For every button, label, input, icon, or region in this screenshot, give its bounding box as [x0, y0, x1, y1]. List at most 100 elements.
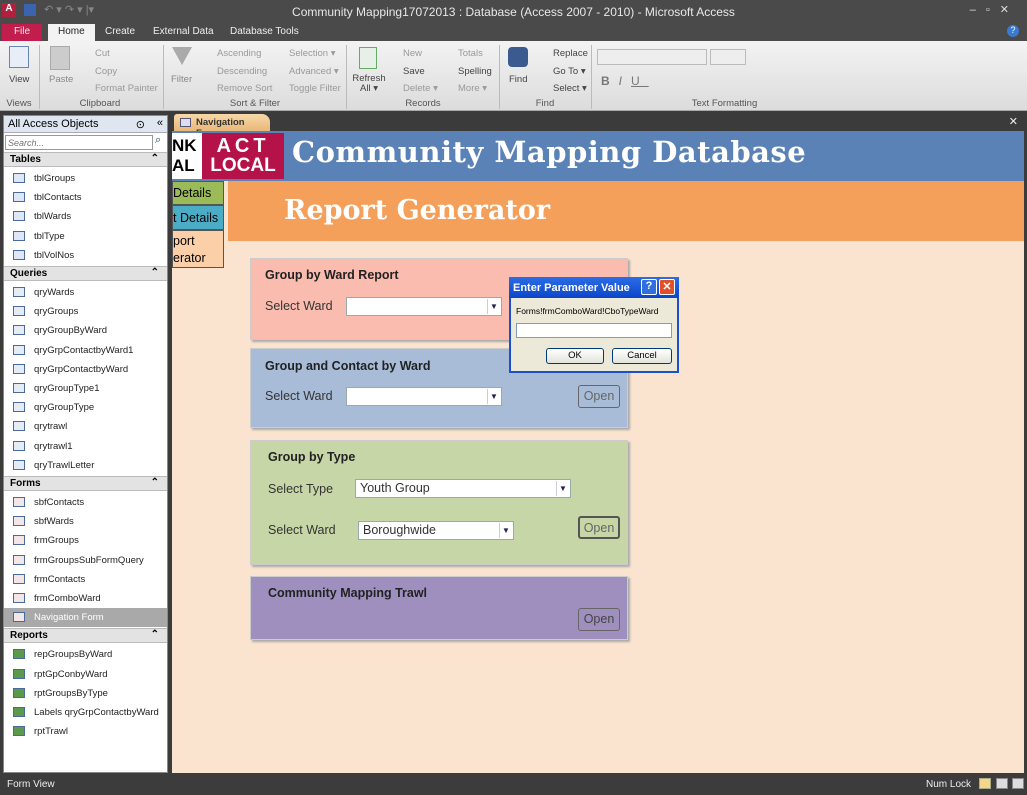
find-button[interactable]: Find: [509, 74, 527, 85]
nav-item[interactable]: qryGrpContactbyWard1: [4, 341, 167, 360]
nav-item[interactable]: rptGroupsByType: [4, 684, 167, 703]
nav-item[interactable]: tblContacts: [4, 188, 167, 207]
nav-item[interactable]: rptTrawl: [4, 722, 167, 741]
nav-item[interactable]: qryGrpContactbyWard: [4, 360, 167, 379]
ward-combo[interactable]: Boroughwide ▼: [358, 521, 514, 540]
close-document-icon[interactable]: ✕: [1009, 115, 1018, 128]
font-size-select[interactable]: [710, 49, 746, 65]
nav-item[interactable]: frmGroups: [4, 531, 167, 550]
panel-group-by-type: Group by Type Select Type Youth Group ▼ S…: [250, 440, 628, 565]
nav-item[interactable]: frmGroupsSubFormQuery: [4, 551, 167, 570]
tab-navigation-form[interactable]: Navigation Form: [174, 114, 270, 139]
nav-item[interactable]: frmComboWard: [4, 589, 167, 608]
nav-item[interactable]: tblVolNos: [4, 246, 167, 265]
nav-item[interactable]: sbfWards: [4, 512, 167, 531]
ok-button[interactable]: OK: [546, 348, 604, 364]
chevron-down-icon: ▼: [499, 523, 512, 538]
nav-item[interactable]: qrytrawl: [4, 417, 167, 436]
paste-button[interactable]: Paste: [49, 74, 73, 85]
nav-item[interactable]: qryGroups: [4, 302, 167, 321]
ward-combo[interactable]: ▼: [346, 387, 502, 406]
help-icon[interactable]: ?: [641, 279, 657, 295]
form-view-icon[interactable]: [979, 778, 991, 789]
remove-sort-button[interactable]: Remove Sort: [217, 83, 272, 94]
section-title: Reports: [10, 630, 48, 642]
collapse-chevron-icon[interactable]: ⌃: [151, 153, 159, 164]
replace-button[interactable]: Replace: [553, 48, 588, 59]
ward-combo[interactable]: ▼: [346, 297, 502, 316]
nav-item[interactable]: qryTrawlLetter: [4, 456, 167, 475]
goto-button[interactable]: Go To ▾: [553, 66, 586, 77]
design-view-icon[interactable]: [1012, 778, 1024, 789]
nav-item[interactable]: repGroupsByWard: [4, 645, 167, 664]
cancel-button[interactable]: Cancel: [612, 348, 672, 364]
open-button[interactable]: Open: [578, 516, 620, 539]
copy-button[interactable]: Copy: [95, 66, 117, 77]
open-button[interactable]: Open: [578, 385, 620, 408]
object-icon: [13, 612, 25, 623]
collapse-icon[interactable]: «: [157, 117, 163, 129]
nav-search-input[interactable]: [5, 135, 153, 150]
nav-item-label: qrytrawl1: [34, 440, 73, 452]
nav-item[interactable]: tblType: [4, 227, 167, 246]
nav-item[interactable]: tblWards: [4, 207, 167, 226]
nav-item[interactable]: Labels qryGrpContactbyWard: [4, 703, 167, 722]
type-combo[interactable]: Youth Group ▼: [355, 479, 571, 498]
page-title: Community Mapping Database: [292, 135, 807, 169]
nav-item[interactable]: frmContacts: [4, 570, 167, 589]
nav-item[interactable]: qryGroupType1: [4, 379, 167, 398]
advanced-button[interactable]: Advanced ▾: [289, 66, 339, 77]
nav-item[interactable]: rptGpConbyWard: [4, 665, 167, 684]
tab-external-data[interactable]: External Data: [143, 24, 224, 41]
nav-section-forms[interactable]: Forms ⌃: [4, 476, 167, 491]
tab-file[interactable]: File: [2, 24, 42, 41]
nav-item[interactable]: qryGroupType: [4, 398, 167, 417]
nav-tab-report-generator[interactable]: port erator: [172, 230, 224, 268]
nav-item[interactable]: sbfContacts: [4, 493, 167, 512]
nav-section-queries[interactable]: Queries ⌃: [4, 266, 167, 281]
tab-create[interactable]: Create: [95, 24, 145, 41]
more-button[interactable]: More ▾: [458, 83, 487, 94]
logo-left: NK AL: [172, 133, 202, 179]
delete-record-button[interactable]: Delete ▾: [403, 83, 438, 94]
nav-item[interactable]: qrytrawl1: [4, 437, 167, 456]
font-name-select[interactable]: [597, 49, 707, 65]
format-painter-button[interactable]: Format Painter: [95, 83, 158, 94]
close-icon[interactable]: ✕: [659, 279, 675, 295]
filter-button[interactable]: Filter: [171, 74, 192, 85]
descending-button[interactable]: Descending: [217, 66, 267, 77]
refresh-all-button[interactable]: Refresh All ▾: [352, 74, 386, 94]
save-record-button[interactable]: Save: [403, 66, 425, 77]
layout-view-icon[interactable]: [996, 778, 1008, 789]
nav-pane-header[interactable]: All Access Objects ⊙ «: [4, 116, 167, 133]
help-icon[interactable]: ?: [1007, 25, 1019, 37]
collapse-chevron-icon[interactable]: ⌃: [151, 267, 159, 278]
selection-button[interactable]: Selection ▾: [289, 48, 336, 59]
new-record-button[interactable]: New: [403, 48, 422, 59]
tab-home[interactable]: Home: [48, 24, 95, 41]
select-button[interactable]: Select ▾: [553, 83, 587, 94]
nav-item[interactable]: qryGroupByWard: [4, 321, 167, 340]
nav-item[interactable]: qryWards: [4, 283, 167, 302]
totals-button[interactable]: Totals: [458, 48, 483, 59]
cut-button[interactable]: Cut: [95, 48, 110, 59]
chevron-down-icon[interactable]: ⊙: [136, 118, 145, 131]
toggle-filter-button[interactable]: Toggle Filter: [289, 83, 341, 94]
text-format-buttons[interactable]: BIU: [601, 74, 649, 88]
search-icon[interactable]: ⌕: [155, 134, 161, 147]
tab-database-tools[interactable]: Database Tools: [220, 24, 309, 41]
view-button[interactable]: View: [9, 74, 29, 85]
open-button[interactable]: Open: [578, 608, 620, 631]
nav-section-tables[interactable]: Tables ⌃: [4, 152, 167, 167]
nav-item[interactable]: Navigation Form: [4, 608, 167, 628]
nav-tab-contact-details[interactable]: t Details: [172, 205, 224, 230]
collapse-chevron-icon[interactable]: ⌃: [151, 477, 159, 488]
nav-tab-group-details[interactable]: Details: [172, 181, 224, 205]
collapse-chevron-icon[interactable]: ⌃: [151, 629, 159, 640]
nav-section-reports[interactable]: Reports ⌃: [4, 628, 167, 644]
window-controls[interactable]: –▫✕: [970, 3, 1019, 16]
ascending-button[interactable]: Ascending: [217, 48, 261, 59]
parameter-value-input[interactable]: [516, 323, 672, 338]
spelling-button[interactable]: Spelling: [458, 66, 492, 77]
nav-item[interactable]: tblGroups: [4, 169, 167, 188]
